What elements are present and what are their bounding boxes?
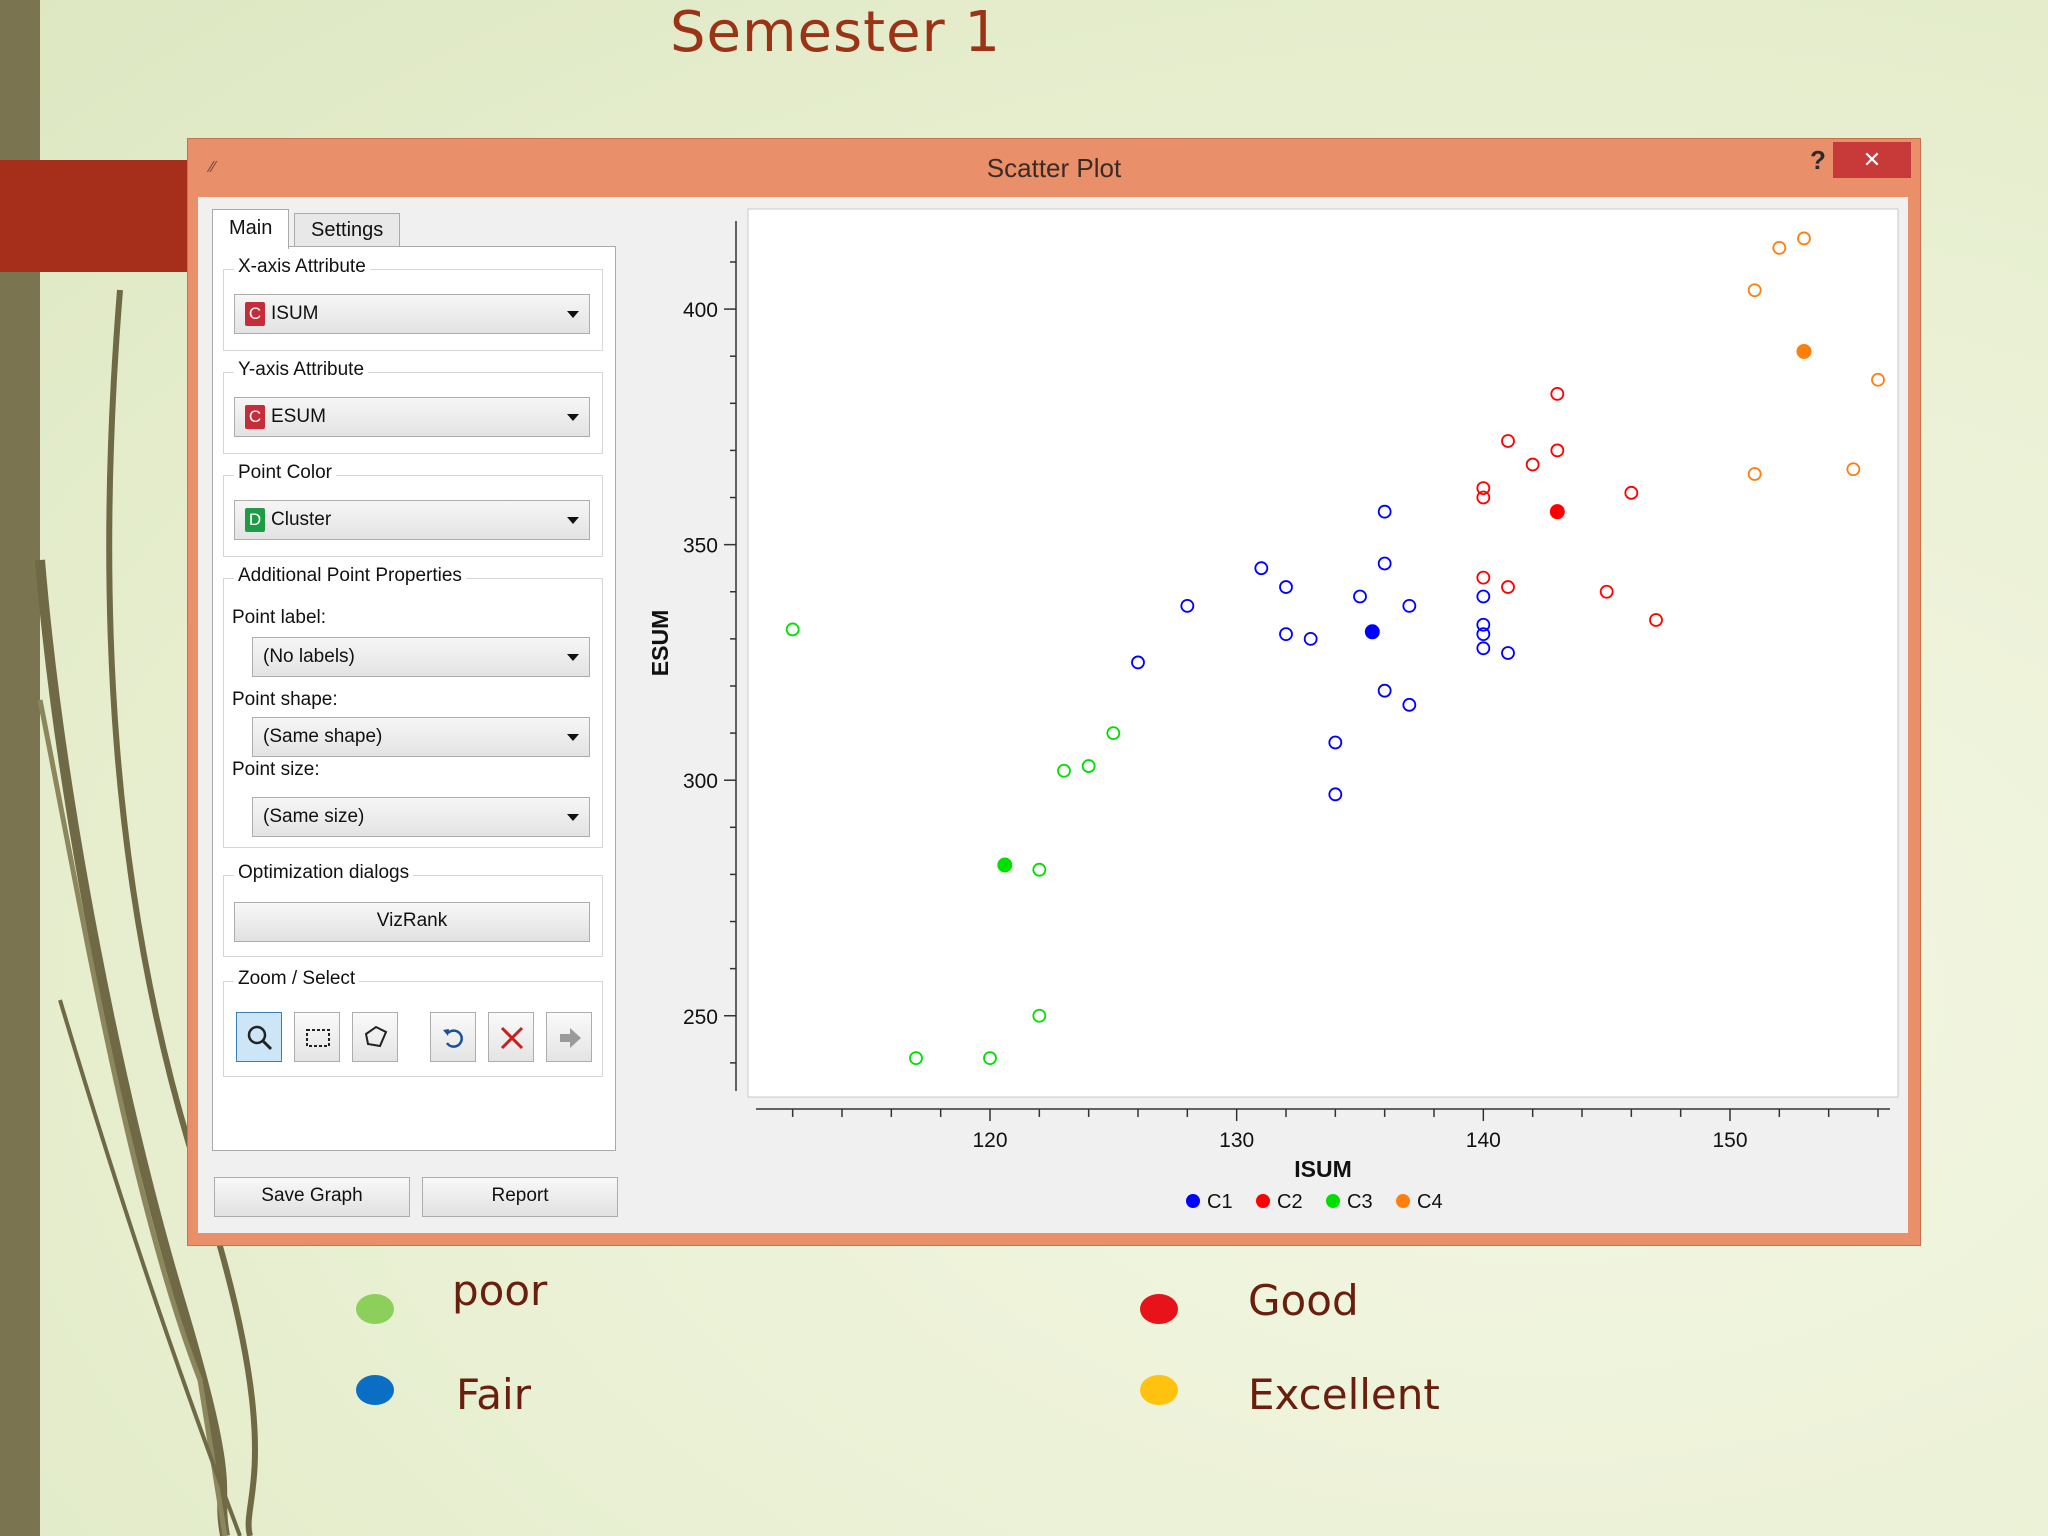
close-button[interactable]: ✕ (1833, 142, 1911, 178)
zoom-select-group-label: Zoom / Select (234, 968, 360, 990)
point-label-label: Point label: (232, 607, 327, 628)
y-axis-group: Y-axis Attribute C ESUM (223, 359, 603, 454)
lasso-select-button[interactable] (352, 1012, 398, 1062)
chevron-down-icon (567, 311, 579, 318)
lasso-select-icon (364, 1025, 388, 1048)
plot-area (747, 208, 1899, 1098)
window-title: Scatter Plot (986, 153, 1122, 183)
undo-button[interactable] (430, 1012, 476, 1062)
y-axis-title: ESUM (647, 610, 673, 676)
x-tick-label: 150 (1712, 1129, 1747, 1152)
chevron-down-icon (567, 814, 579, 821)
x-axis-value: ISUM (271, 303, 319, 324)
undo-icon (443, 1029, 463, 1048)
point-color-group-label: Point Color (234, 462, 336, 484)
legend-label-c1: C1 (1207, 1191, 1233, 1213)
centroid-point-c4 (1796, 343, 1812, 359)
y-tick-label: 300 (683, 770, 718, 793)
x-tick-label: 130 (1219, 1129, 1254, 1152)
point-size-label: Point size: (232, 759, 320, 780)
discrete-badge-icon: D (245, 507, 265, 532)
additional-properties-group: Additional Point Properties Point label:… (223, 565, 603, 848)
zoom-tool-button[interactable] (236, 1012, 282, 1062)
legend-label-good: Good (1248, 1276, 1359, 1325)
zoom-icon (247, 1025, 273, 1051)
legend-marker-c2 (1256, 1194, 1270, 1208)
send-data-button[interactable] (546, 1012, 592, 1062)
window-titlebar[interactable]: ⁄⁄ Scatter Plot ? ✕ (188, 139, 1920, 197)
point-shape-combo[interactable]: (Same shape) (252, 717, 590, 757)
legend-label-excellent: Excellent (1248, 1370, 1440, 1419)
remove-selection-button[interactable] (488, 1012, 534, 1062)
chevron-down-icon (567, 517, 579, 524)
point-label-combo[interactable]: (No labels) (252, 637, 590, 677)
point-label-value: (No labels) (263, 646, 355, 667)
chevron-down-icon (567, 414, 579, 421)
centroid-point-c2 (1549, 504, 1565, 520)
x-axis-group: X-axis Attribute C ISUM (223, 256, 603, 351)
zoom-select-group: Zoom / Select (223, 968, 603, 1077)
y-axis-combo[interactable]: C ESUM (234, 397, 590, 437)
scatter-plot-chart[interactable]: 250 300 350 400 120 130 140 150 ISUM ESUM C1 C2 C3 C4 (618, 197, 1908, 1233)
y-axis-value: ESUM (271, 406, 326, 427)
legend-marker-c4 (1396, 1194, 1410, 1208)
vizrank-button[interactable]: VizRank (234, 902, 590, 942)
chevron-down-icon (567, 734, 579, 741)
point-size-value: (Same size) (263, 806, 365, 827)
legend-dot-poor (356, 1294, 394, 1324)
rectangle-select-button[interactable] (294, 1012, 340, 1062)
control-panel: X-axis Attribute C ISUM Y-axis Attribute … (212, 246, 616, 1151)
y-tick-label: 400 (683, 299, 718, 322)
report-button[interactable]: Report (422, 1177, 618, 1217)
legend-label-c4: C4 (1417, 1191, 1443, 1213)
tab-main[interactable]: Main (212, 209, 290, 249)
x-axis-title: ISUM (1294, 1156, 1352, 1182)
legend-dot-fair (356, 1375, 394, 1405)
centroid-point-c1 (1364, 624, 1380, 640)
legend-label-c3: C3 (1347, 1191, 1373, 1213)
y-tick-label: 350 (683, 535, 718, 558)
window-client-area: Main Settings X-axis Attribute C ISUM Y-a… (198, 197, 1908, 1233)
additional-properties-label: Additional Point Properties (234, 565, 466, 587)
legend-marker-c3 (1326, 1194, 1340, 1208)
legend-marker-c1 (1186, 1194, 1200, 1208)
remove-selection-icon (500, 1026, 524, 1050)
continuous-badge-icon: C (245, 404, 265, 429)
chevron-down-icon (567, 654, 579, 661)
legend-label-c2: C2 (1277, 1191, 1303, 1213)
x-tick-label: 140 (1466, 1129, 1501, 1152)
y-axis-group-label: Y-axis Attribute (234, 359, 369, 381)
x-axis-group-label: X-axis Attribute (234, 256, 370, 278)
point-color-value: Cluster (271, 509, 332, 530)
optimization-group: Optimization dialogs VizRank (223, 862, 603, 957)
x-axis-combo[interactable]: C ISUM (234, 294, 590, 334)
rectangle-select-icon (306, 1029, 330, 1047)
continuous-badge-icon: C (245, 301, 265, 326)
point-shape-label: Point shape: (232, 689, 338, 710)
x-tick-label: 120 (972, 1129, 1007, 1152)
send-data-icon (560, 1028, 581, 1048)
point-color-combo[interactable]: D Cluster (234, 500, 590, 540)
point-shape-value: (Same shape) (263, 726, 383, 747)
scatter-plot-window: ⁄⁄ Scatter Plot ? ✕ Main Settings X-axis… (187, 138, 1921, 1246)
slide-title: Semester 1 (670, 0, 1002, 65)
y-tick-label: 250 (683, 1006, 718, 1029)
point-color-group: Point Color D Cluster (223, 462, 603, 557)
legend-label-poor: poor (452, 1266, 548, 1315)
centroid-point-c3 (997, 857, 1013, 873)
save-graph-button[interactable]: Save Graph (214, 1177, 410, 1217)
legend-label-fair: Fair (456, 1370, 531, 1419)
legend-dot-good (1140, 1294, 1178, 1324)
point-size-combo[interactable]: (Same size) (252, 797, 590, 837)
tab-settings[interactable]: Settings (294, 213, 401, 247)
optimization-group-label: Optimization dialogs (234, 862, 414, 884)
legend-dot-excellent (1140, 1375, 1178, 1405)
